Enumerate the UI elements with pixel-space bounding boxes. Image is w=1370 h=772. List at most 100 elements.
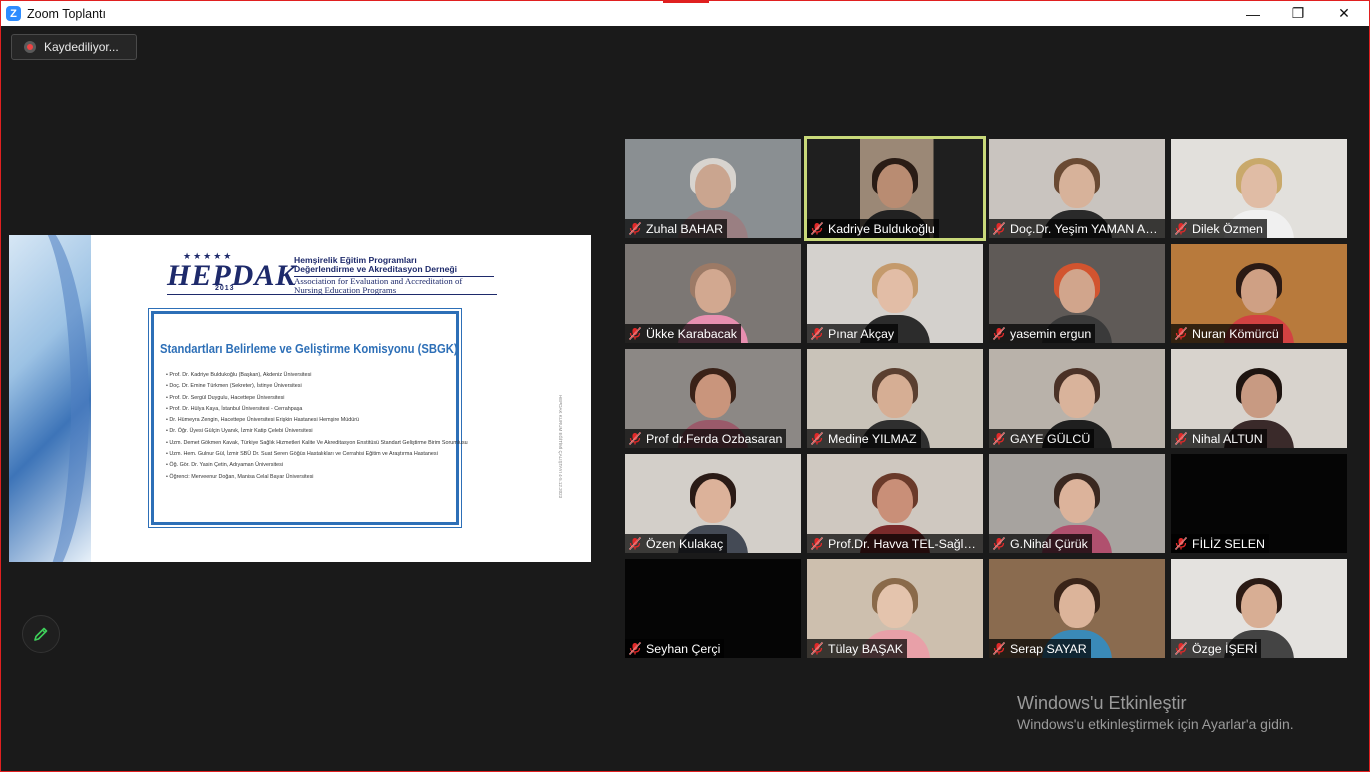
muted-mic-icon xyxy=(629,222,641,235)
muted-mic-icon xyxy=(993,537,1005,550)
muted-mic-icon xyxy=(1175,537,1187,550)
participant-name-bar: Zuhal BAHAR xyxy=(625,219,728,238)
participant-name: Nihal ALTUN xyxy=(1192,431,1263,446)
participant-tile[interactable]: Özen Kulakaç xyxy=(625,454,801,553)
muted-mic-icon xyxy=(1175,327,1187,340)
participant-name: Dilek Özmen xyxy=(1192,221,1263,236)
participant-tile[interactable]: Medine YILMAZ xyxy=(807,349,983,448)
participant-tile[interactable]: Nuran Kömürcü xyxy=(1171,244,1347,343)
muted-mic-icon xyxy=(629,432,641,445)
participant-name: Zuhal BAHAR xyxy=(646,221,724,236)
participant-name-bar: Medine YILMAZ xyxy=(807,429,921,448)
muted-mic-icon xyxy=(629,537,641,550)
participant-tile[interactable]: Dilek Özmen xyxy=(1171,139,1347,238)
participant-tile[interactable]: Prof dr.Ferda Ozbasaran xyxy=(625,349,801,448)
participant-name-bar: Doç.Dr. Yeşim YAMAN AKTAŞ xyxy=(989,219,1165,238)
watermark-subtitle: Windows'u etkinleştirmek için Ayarlar'a … xyxy=(1017,716,1294,732)
participant-name-bar: Seyhan Çerçi xyxy=(625,639,725,658)
participant-name-bar: G.Nihal Çürük xyxy=(989,534,1092,553)
participant-tile[interactable]: Ükke Karabacak xyxy=(625,244,801,343)
participant-name: yasemin ergun xyxy=(1010,326,1092,341)
muted-mic-icon xyxy=(993,642,1005,655)
participant-name: Doç.Dr. Yeşim YAMAN AKTAŞ xyxy=(1010,221,1161,236)
window-title: Zoom Toplantı xyxy=(27,6,106,21)
participant-name-bar: Ükke Karabacak xyxy=(625,324,741,343)
participant-tile[interactable]: Doç.Dr. Yeşim YAMAN AKTAŞ xyxy=(989,139,1165,238)
muted-mic-icon xyxy=(811,327,823,340)
watermark-title: Windows'u Etkinleştir xyxy=(1017,693,1187,713)
participant-tile[interactable]: Özge İŞERİ xyxy=(1171,559,1347,658)
recording-label: Kaydediliyor... xyxy=(44,40,119,54)
recording-indicator[interactable]: Kaydediliyor... xyxy=(11,34,137,60)
logo-year: 2013 xyxy=(215,285,235,292)
logo-line-2: Değerlendirme ve Akreditasyon Derneği xyxy=(294,264,458,274)
member-item: Dr. Hümeyra Zengin, Hacettepe Üniversite… xyxy=(166,415,466,426)
title-bar: Z Zoom Toplantı — ❐ ✕ xyxy=(1,1,1369,26)
logo-underline xyxy=(167,294,497,295)
member-item: Dr. Öğr. Üyesi Gülçin Uyanık, İzmir Kati… xyxy=(166,426,466,437)
participant-name-bar: Prof dr.Ferda Ozbasaran xyxy=(625,429,787,448)
participant-name: Kadriye Buldukoğlu xyxy=(828,221,935,236)
participant-name: Serap SAYAR xyxy=(1010,641,1087,656)
muted-mic-icon xyxy=(629,642,641,655)
slide-heading: Standartları Belirleme ve Geliştirme Kom… xyxy=(160,342,458,356)
zoom-logo-icon: Z xyxy=(6,6,21,21)
participant-tile[interactable]: yasemin ergun xyxy=(989,244,1165,343)
participant-name: FİLİZ SELEN xyxy=(1192,536,1265,551)
participant-tile[interactable]: Zuhal BAHAR xyxy=(625,139,801,238)
participant-name-bar: yasemin ergun xyxy=(989,324,1096,343)
participant-name-bar: FİLİZ SELEN xyxy=(1171,534,1269,553)
muted-mic-icon xyxy=(629,327,641,340)
participant-tile[interactable]: Serap SAYAR xyxy=(989,559,1165,658)
participant-tile[interactable]: Prof.Dr. Havva TEL-Sağlık Bilimleri xyxy=(807,454,983,553)
restore-button[interactable]: ❐ xyxy=(1275,1,1321,26)
zoom-window: Z Zoom Toplantı — ❐ ✕ Kaydediliyor... ★★… xyxy=(0,0,1370,772)
participant-name-bar: Tülay BAŞAK xyxy=(807,639,908,658)
participant-tile[interactable]: Pınar Akçay xyxy=(807,244,983,343)
muted-mic-icon xyxy=(811,222,823,235)
annotate-pencil-button[interactable] xyxy=(22,615,60,653)
participant-name: Özge İŞERİ xyxy=(1192,641,1258,656)
hepdak-logo: ★★★★★ HEPDAK 2013 Hemşirelik Eğitim Prog… xyxy=(167,251,497,295)
shared-screen: ★★★★★ HEPDAK 2013 Hemşirelik Eğitim Prog… xyxy=(9,235,591,562)
participant-tile[interactable]: FİLİZ SELEN xyxy=(1171,454,1347,553)
muted-mic-icon xyxy=(993,222,1005,235)
member-item: Öğrenci: Merveenur Doğan, Manisa Celal B… xyxy=(166,472,466,483)
participant-name-bar: GAYE GÜLCÜ xyxy=(989,429,1095,448)
participant-name: Prof dr.Ferda Ozbasaran xyxy=(646,431,783,446)
muted-mic-icon xyxy=(993,327,1005,340)
member-item: Doç. Dr. Emine Türkmen (Sekreter), İstin… xyxy=(166,381,466,392)
participant-tile[interactable]: GAYE GÜLCÜ xyxy=(989,349,1165,448)
participant-name: GAYE GÜLCÜ xyxy=(1010,431,1091,446)
record-icon xyxy=(24,41,36,53)
participant-tile[interactable]: Nihal ALTUN xyxy=(1171,349,1347,448)
muted-mic-icon xyxy=(1175,222,1187,235)
participant-name: Özen Kulakaç xyxy=(646,536,724,551)
participant-tile[interactable]: G.Nihal Çürük xyxy=(989,454,1165,553)
participant-name: Ükke Karabacak xyxy=(646,326,737,341)
minimize-button[interactable]: — xyxy=(1230,1,1276,26)
participant-name-bar: Serap SAYAR xyxy=(989,639,1091,658)
muted-mic-icon xyxy=(811,537,823,550)
participant-tile[interactable]: Tülay BAŞAK xyxy=(807,559,983,658)
participant-tile[interactable]: Kadriye Buldukoğlu xyxy=(804,136,986,241)
participant-name: Nuran Kömürcü xyxy=(1192,326,1279,341)
participant-name-bar: Kadriye Buldukoğlu xyxy=(807,219,939,238)
member-item: Uzm. Demet Gökmen Kavak, Türkiye Sağlık … xyxy=(166,438,467,449)
participant-name-bar: Pınar Akçay xyxy=(807,324,899,343)
muted-mic-icon xyxy=(811,642,823,655)
participant-name: G.Nihal Çürük xyxy=(1010,536,1088,551)
close-button[interactable]: ✕ xyxy=(1321,1,1367,26)
participant-name: Medine YILMAZ xyxy=(828,431,917,446)
participant-name-bar: Dilek Özmen xyxy=(1171,219,1267,238)
windows-activation-watermark: Windows'u Etkinleştir Windows'u etkinleş… xyxy=(1017,693,1294,732)
participant-name: Tülay BAŞAK xyxy=(828,641,904,656)
member-item: Uzm. Hem. Gulnur Gül, İzmir SBÜ Dr. Suat… xyxy=(166,449,466,460)
slide-side-text: HEPDAK KURUM EĞİTİMİ ÇALIŞTAYI 4-5.12.20… xyxy=(558,395,563,499)
participant-tile[interactable]: Seyhan Çerçi xyxy=(625,559,801,658)
member-item: Prof. Dr. Hülya Kaya, İstanbul Üniversit… xyxy=(166,404,466,415)
member-list: Prof. Dr. Kadriye Buldukoğlu (Başkan), A… xyxy=(166,370,467,483)
muted-mic-icon xyxy=(1175,432,1187,445)
member-item: Prof. Dr. Kadriye Buldukoğlu (Başkan), A… xyxy=(166,370,466,381)
muted-mic-icon xyxy=(811,432,823,445)
